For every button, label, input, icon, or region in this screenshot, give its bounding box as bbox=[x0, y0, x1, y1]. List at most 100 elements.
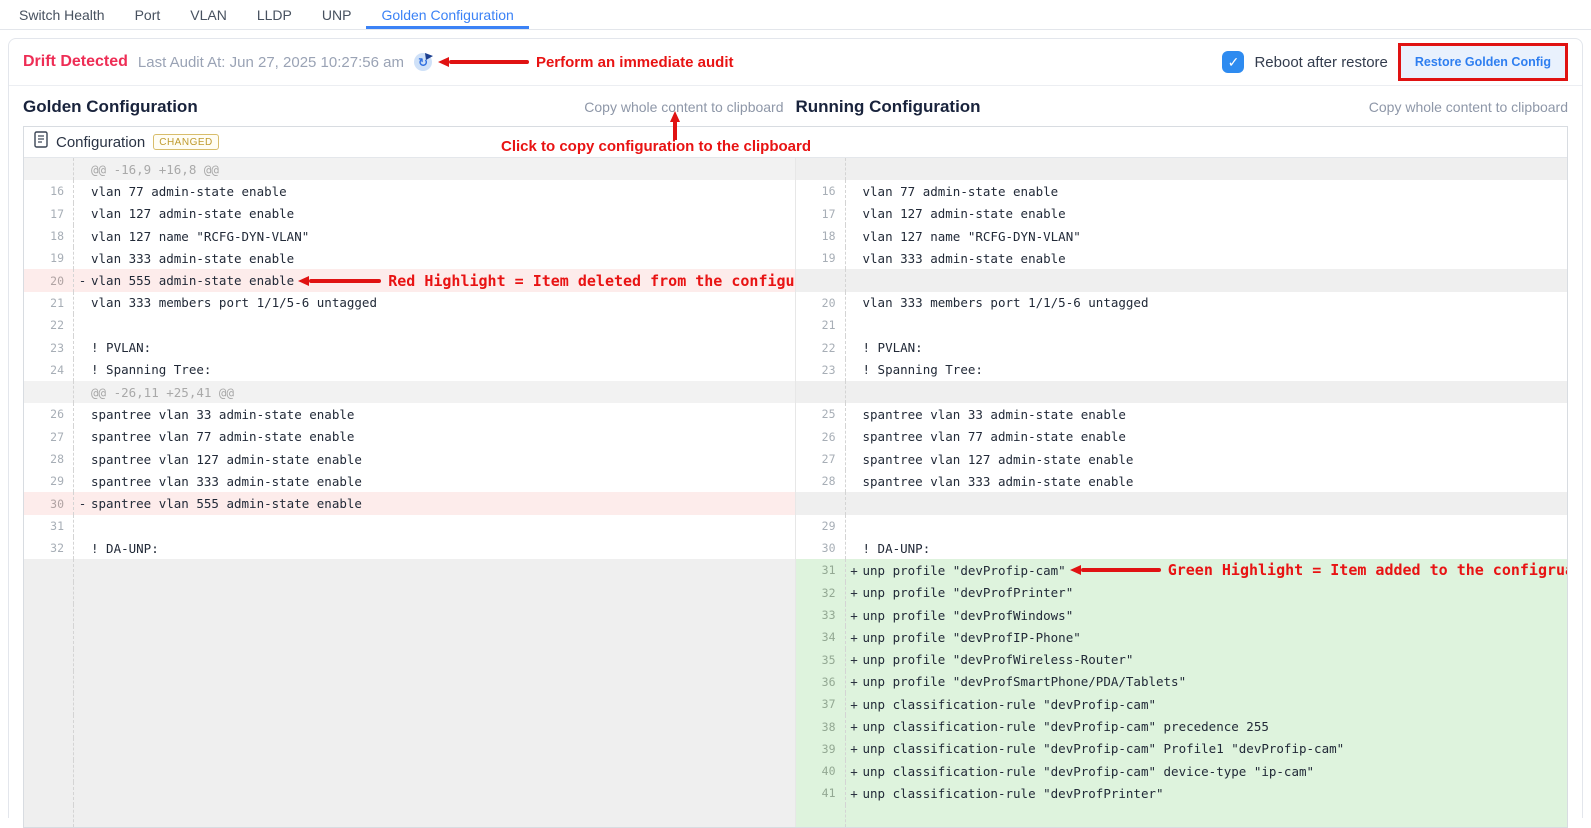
line-number: 17 bbox=[24, 203, 74, 225]
line-number bbox=[796, 492, 846, 514]
diff-ctx-line: 17vlan 127 admin-state enable bbox=[796, 203, 1568, 225]
diff-ctx-line: 27 spantree vlan 77 admin-state enable bbox=[24, 426, 796, 448]
restore-golden-config-button[interactable]: Restore Golden Config bbox=[1401, 46, 1565, 78]
diff-ctx-line: 22! PVLAN: bbox=[796, 336, 1568, 358]
line-number: 16 bbox=[24, 180, 74, 202]
reboot-after-restore-label: Reboot after restore bbox=[1254, 54, 1387, 71]
line-number: 18 bbox=[796, 225, 846, 247]
code-text: spantree vlan 333 admin-state enable bbox=[91, 474, 795, 489]
code-text: ! PVLAN: bbox=[91, 340, 795, 355]
diff-filler-line bbox=[24, 559, 796, 581]
code-text: ! PVLAN: bbox=[863, 340, 1568, 355]
diff-ctx-line: 19 vlan 333 admin-state enable bbox=[796, 247, 1568, 269]
diff-row: 32+unp profile "devProfPrinter" bbox=[24, 582, 1567, 604]
diff-marker: + bbox=[846, 674, 863, 689]
diff-marker: + bbox=[846, 719, 863, 734]
diff-row: 35+unp profile "devProfWireless-Router" bbox=[24, 649, 1567, 671]
tab-port[interactable]: Port bbox=[120, 0, 176, 29]
line-number bbox=[24, 604, 74, 626]
line-number bbox=[24, 626, 74, 648]
line-number: 26 bbox=[796, 426, 846, 448]
diff-add-line: 35+unp profile "devProfWireless-Router" bbox=[796, 649, 1568, 671]
line-number: 19 bbox=[24, 247, 74, 269]
tab-bar: Switch HealthPortVLANLLDPUNPGolden Confi… bbox=[0, 0, 1591, 30]
line-number: 23 bbox=[24, 336, 74, 358]
diff-row: 29spantree vlan 333 admin-state enable28… bbox=[24, 470, 1567, 492]
code-text: unp classification-rule "devProfip-cam" … bbox=[863, 764, 1568, 779]
running-copy-link[interactable]: Copy whole content to clipboard bbox=[1369, 99, 1568, 115]
code-text: spantree vlan 555 admin-state enable bbox=[91, 496, 795, 511]
green-annotation-text: Green Highlight = Item added to the conf… bbox=[1168, 561, 1567, 579]
line-number bbox=[796, 269, 846, 291]
line-number: 23 bbox=[796, 359, 846, 381]
tab-switch-health[interactable]: Switch Health bbox=[4, 0, 120, 29]
line-number bbox=[24, 671, 74, 693]
code-text: vlan 555 admin-state enableRed Highlight… bbox=[91, 272, 795, 290]
code-text: vlan 127 admin-state enable bbox=[91, 206, 795, 221]
code-text: vlan 77 admin-state enable bbox=[863, 184, 1568, 199]
line-number bbox=[24, 715, 74, 737]
code-text: ! DA-UNP: bbox=[91, 541, 795, 556]
diff-marker: + bbox=[846, 585, 863, 600]
diff-add-line: 31+unp profile "devProfip-cam"Green High… bbox=[796, 559, 1568, 581]
green-annotation-arrow bbox=[1070, 565, 1161, 575]
golden-config-card: Drift Detected Last Audit At: Jun 27, 20… bbox=[8, 38, 1583, 818]
diff-row: 40+unp classification-rule "devProfip-ca… bbox=[24, 760, 1567, 782]
diff-marker: + bbox=[846, 652, 863, 667]
diff-ctx-line: 29 bbox=[796, 515, 1568, 537]
code-text: unp profile "devProfip-cam"Green Highlig… bbox=[863, 561, 1568, 579]
run-audit-icon[interactable]: ↻ bbox=[414, 52, 434, 72]
diff-filler-line bbox=[796, 492, 1568, 514]
line-number: 27 bbox=[796, 448, 846, 470]
tab-lldp[interactable]: LLDP bbox=[242, 0, 307, 29]
code-text: spantree vlan 33 admin-state enable bbox=[91, 407, 795, 422]
line-number: 29 bbox=[796, 515, 846, 537]
reboot-after-restore-checkbox[interactable]: ✓ bbox=[1222, 51, 1244, 73]
diff-row: 18vlan 127 name "RCFG-DYN-VLAN"18vlan 12… bbox=[24, 225, 1567, 247]
diff-marker: - bbox=[74, 273, 91, 288]
diff-ctx-line: 20vlan 333 members port 1/1/5-6 untagged bbox=[796, 292, 1568, 314]
tab-unp[interactable]: UNP bbox=[307, 0, 367, 29]
diff-row: 2221 bbox=[24, 314, 1567, 336]
diff-add-line: 34+unp profile "devProfIP-Phone" bbox=[796, 626, 1568, 648]
diff-ctx-line: 31 bbox=[24, 515, 796, 537]
diff-del-line: 30-spantree vlan 555 admin-state enable bbox=[24, 492, 796, 514]
line-number bbox=[796, 158, 846, 180]
diff-marker: - bbox=[74, 496, 91, 511]
line-number: 33 bbox=[796, 604, 846, 626]
diff-add-line: 40+unp classification-rule "devProfip-ca… bbox=[796, 760, 1568, 782]
diff-ctx-line: 19vlan 333 admin-state enable bbox=[24, 247, 796, 269]
code-text: vlan 127 admin-state enable bbox=[863, 206, 1568, 221]
code-text: spantree vlan 333 admin-state enable bbox=[863, 474, 1568, 489]
document-icon bbox=[34, 131, 48, 153]
diff-del-line: 20-vlan 555 admin-state enableRed Highli… bbox=[24, 269, 796, 291]
tab-vlan[interactable]: VLAN bbox=[175, 0, 242, 29]
line-number bbox=[24, 782, 74, 804]
diff-add-line: 32+unp profile "devProfPrinter" bbox=[796, 582, 1568, 604]
diff-body: @@ -16,9 +16,8 @@16vlan 77 admin-state e… bbox=[24, 158, 1567, 827]
diff-ctx-line: 16vlan 77 admin-state enable bbox=[24, 180, 796, 202]
diff-filler-line bbox=[24, 626, 796, 648]
diff-ctx-line: 24! Spanning Tree: bbox=[24, 359, 796, 381]
line-number: 19 bbox=[796, 247, 846, 269]
red-annotation-arrow bbox=[298, 276, 381, 286]
code-text: vlan 333 admin-state enable bbox=[863, 251, 1568, 266]
diff-row: 21vlan 333 members port 1/1/5-6 untagged… bbox=[24, 292, 1567, 314]
code-text: unp profile "devProfWireless-Router" bbox=[863, 652, 1568, 667]
line-number: 35 bbox=[796, 649, 846, 671]
diff-ctx-line: 32! DA-UNP: bbox=[24, 537, 796, 559]
diff-ctx-line: 30! DA-UNP: bbox=[796, 537, 1568, 559]
diff-filler-line bbox=[796, 158, 1568, 180]
line-number: 18 bbox=[24, 225, 74, 247]
diff-filler-line bbox=[24, 671, 796, 693]
code-text: vlan 333 members port 1/1/5-6 untagged bbox=[863, 295, 1568, 310]
drift-status: Drift Detected bbox=[23, 53, 128, 71]
golden-configuration-title: Golden Configuration bbox=[23, 97, 198, 117]
golden-copy-link[interactable]: Copy whole content to clipboard bbox=[584, 99, 783, 115]
diff-filler-line bbox=[24, 649, 796, 671]
line-number: 27 bbox=[24, 426, 74, 448]
code-text: spantree vlan 77 admin-state enable bbox=[91, 429, 795, 444]
line-number: 21 bbox=[796, 314, 846, 336]
tab-golden-configuration[interactable]: Golden Configuration bbox=[366, 0, 528, 29]
diff-filler-line bbox=[24, 805, 796, 827]
